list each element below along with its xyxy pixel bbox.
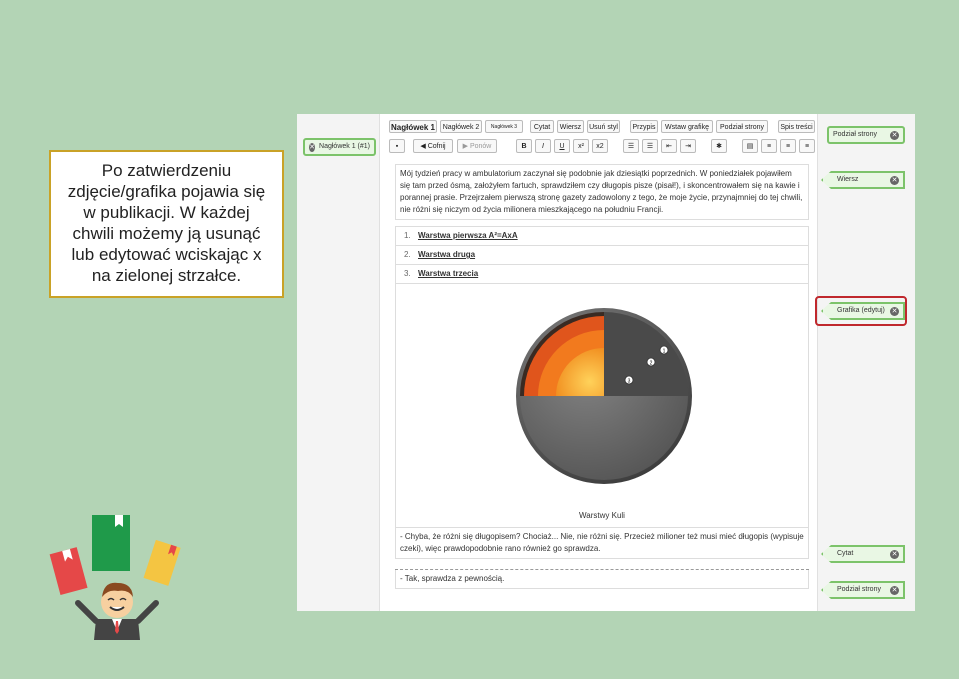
list-item[interactable]: 2. Warstwa druga bbox=[395, 246, 809, 265]
superscript-button[interactable]: x² bbox=[573, 139, 589, 153]
save-icon[interactable]: ▪ bbox=[389, 139, 405, 153]
list-text: Warstwa trzecia bbox=[418, 269, 479, 278]
align-center-icon[interactable]: ≡ bbox=[780, 139, 796, 153]
verse-tag[interactable]: Wiersz ✕ bbox=[821, 171, 905, 189]
heading-tag-label: Nagłówek 1 (#1) bbox=[319, 143, 370, 150]
undo-label: Cofnij bbox=[427, 143, 446, 150]
callout-line: zdjęcie/grafika pojawia się bbox=[67, 182, 266, 201]
footnote-button[interactable]: Przypis bbox=[630, 120, 658, 133]
close-icon[interactable]: ✕ bbox=[890, 585, 899, 595]
figure-label: 2 bbox=[650, 361, 653, 367]
figure-label: 3 bbox=[628, 379, 631, 385]
page-break-line bbox=[395, 559, 809, 570]
page-break-tag-label: Podział strony bbox=[837, 586, 881, 593]
left-sidebar bbox=[297, 114, 380, 611]
image-tag-label: Grafika (edytuj) bbox=[837, 307, 885, 314]
quote-button[interactable]: Cytat bbox=[530, 120, 554, 133]
page-break-button[interactable]: Podział strony bbox=[716, 120, 768, 133]
quote-tag-label: Cytat bbox=[837, 550, 854, 557]
paragraph[interactable]: - Tak, sprawdza z pewnością. bbox=[395, 570, 809, 589]
page-break-tag[interactable]: Podział strony ✕ bbox=[821, 581, 905, 599]
paragraph[interactable]: Mój tydzień pracy w ambulatorium zaczyna… bbox=[395, 164, 809, 220]
close-icon[interactable]: ✕ bbox=[890, 306, 899, 316]
quote-tag[interactable]: Cytat ✕ bbox=[821, 545, 905, 563]
figure[interactable]: 1 2 3 Warstwy Kuli bbox=[395, 284, 809, 528]
list-number: 1. bbox=[404, 231, 411, 240]
insert-image-button[interactable]: Wstaw grafikę bbox=[661, 120, 713, 133]
callout-line: na zielonej strzałce. bbox=[91, 266, 242, 285]
close-icon[interactable]: ✕ bbox=[890, 175, 899, 185]
instruction-callout: Po zatwierdzeniu zdjęcie/grafika pojawia… bbox=[49, 150, 284, 298]
callout-line: Po zatwierdzeniu bbox=[101, 161, 232, 180]
list-text: Warstwa pierwsza A²=AxA bbox=[418, 231, 518, 240]
callout-line: lub edytować wciskając x bbox=[71, 245, 262, 264]
close-icon[interactable]: ✕ bbox=[890, 130, 899, 140]
editor-screenshot: ✕ Nagłówek 1 (#1) Nagłówek 1 Nagłówek 2 … bbox=[297, 114, 915, 611]
align-left-icon[interactable]: ≡ bbox=[761, 139, 777, 153]
underline-button[interactable]: U bbox=[554, 139, 570, 153]
subscript-button[interactable]: x2 bbox=[592, 139, 608, 153]
toc-button[interactable]: Spis treści bbox=[778, 120, 815, 133]
special-char-icon[interactable]: ✱ bbox=[711, 139, 727, 153]
align-justify-icon[interactable]: ▤ bbox=[742, 139, 758, 153]
verse-tag-label: Wiersz bbox=[837, 176, 859, 183]
sphere-layers-image: 1 2 3 bbox=[516, 308, 692, 484]
verse-button[interactable]: Wiersz bbox=[557, 120, 584, 133]
clear-style-button[interactable]: Usuń styl bbox=[587, 120, 620, 133]
h1-button[interactable]: Nagłówek 1 bbox=[389, 120, 437, 133]
unordered-list-icon[interactable]: ☰ bbox=[642, 139, 658, 153]
page-break-tag-label: Podział strony bbox=[833, 131, 877, 138]
editor-content[interactable]: Mój tydzień pracy w ambulatorium zaczyna… bbox=[395, 164, 809, 589]
heading-tag[interactable]: ✕ Nagłówek 1 (#1) bbox=[303, 138, 376, 156]
indent-icon[interactable]: ⇥ bbox=[680, 139, 696, 153]
figure-caption: Warstwy Kuli bbox=[579, 511, 625, 520]
callout-line: chwili możemy ją usunąć bbox=[72, 224, 261, 243]
list-number: 3. bbox=[404, 269, 411, 278]
list-item[interactable]: 1. Warstwa pierwsza A²=AxA bbox=[395, 226, 809, 246]
close-icon[interactable]: ✕ bbox=[309, 142, 316, 152]
ordered-list-icon[interactable]: ☰ bbox=[623, 139, 639, 153]
outdent-icon[interactable]: ⇤ bbox=[661, 139, 677, 153]
italic-button[interactable]: I bbox=[535, 139, 551, 153]
quote-paragraph[interactable]: - Chyba, że różni się długopisem? Chocia… bbox=[395, 528, 809, 559]
list-number: 2. bbox=[404, 250, 411, 259]
image-tag[interactable]: Grafika (edytuj) ✕ bbox=[821, 302, 905, 320]
h2-button[interactable]: Nagłówek 2 bbox=[440, 120, 482, 133]
align-right-icon[interactable]: ≡ bbox=[799, 139, 815, 153]
undo-button[interactable]: ◀ Cofnij bbox=[413, 139, 453, 153]
redo-button[interactable]: ▶ Ponów bbox=[457, 139, 497, 153]
cartoon-character-illustration bbox=[49, 515, 181, 640]
figure-label: 1 bbox=[663, 349, 666, 355]
page-break-tag[interactable]: Podział strony ✕ bbox=[827, 126, 905, 144]
close-icon[interactable]: ✕ bbox=[890, 549, 899, 559]
list-item[interactable]: 3. Warstwa trzecia bbox=[395, 265, 809, 284]
callout-line: w publikacji. W każdej bbox=[83, 203, 250, 222]
redo-label: Ponów bbox=[469, 143, 492, 150]
h3-button[interactable]: Nagłówek 3 bbox=[485, 120, 523, 133]
bold-button[interactable]: B bbox=[516, 139, 532, 153]
list-text: Warstwa druga bbox=[418, 250, 476, 259]
